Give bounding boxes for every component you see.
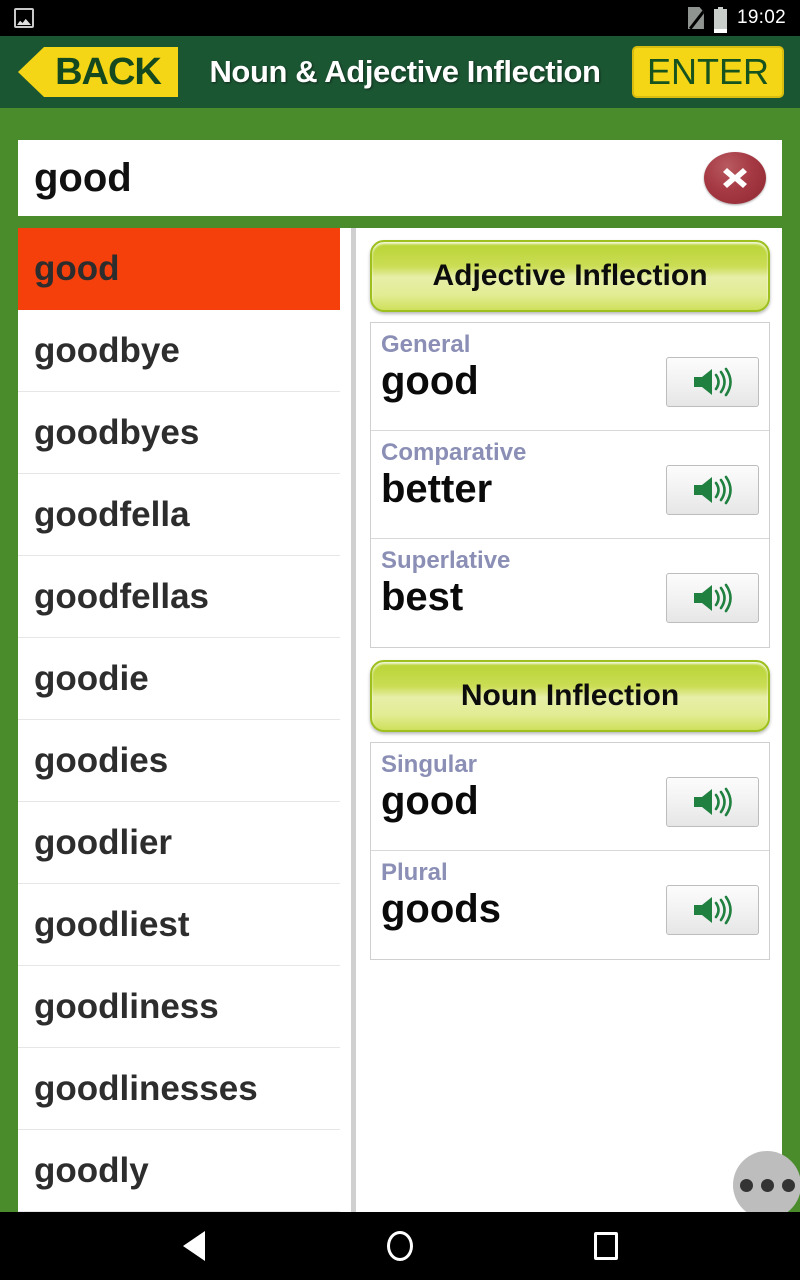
inflection-label: Singular: [381, 751, 478, 778]
inflection-texts: Singular good: [381, 751, 666, 822]
list-item-label: goodfellas: [34, 576, 210, 616]
inflection-value: good: [381, 779, 479, 823]
no-sim-icon: [687, 7, 704, 29]
status-bar-notifications: [14, 8, 34, 28]
inflection-value: good: [381, 359, 479, 403]
list-item[interactable]: goodbye: [18, 310, 340, 392]
content-area: good goodbye goodbyes goodfella goodfellas go…: [18, 228, 782, 1212]
list-item-label: goodfella: [34, 494, 190, 534]
battery-icon: [713, 7, 727, 33]
speaker-icon[interactable]: [666, 357, 759, 407]
inflection-row: General good: [371, 323, 769, 431]
inflection-label: Plural: [381, 859, 448, 886]
section-header-adjective[interactable]: Adjective Inflection: [370, 240, 770, 312]
list-item[interactable]: good: [18, 228, 340, 310]
inflection-label: Superlative: [381, 547, 511, 574]
speaker-icon[interactable]: [666, 573, 759, 623]
inflection-texts: Plural goods: [381, 859, 666, 930]
list-item-label: goodliest: [34, 904, 190, 944]
inflection-value: best: [381, 575, 464, 619]
list-item[interactable]: goodies: [18, 720, 340, 802]
speaker-icon[interactable]: [666, 885, 759, 935]
word-list-scrollbar[interactable]: [340, 228, 358, 1212]
clear-x-icon[interactable]: [704, 152, 766, 204]
android-nav-bar: [0, 1212, 800, 1280]
title-bar: BACK Noun & Adjective Inflection ENTER: [0, 36, 800, 108]
image-icon: [14, 8, 34, 28]
list-item[interactable]: goodly: [18, 1130, 340, 1212]
more-options-icon[interactable]: [733, 1151, 800, 1219]
list-item-label: goodbye: [34, 330, 180, 370]
search-bar[interactable]: good: [18, 140, 782, 216]
list-item[interactable]: goodlinesses: [18, 1048, 340, 1130]
list-item[interactable]: goodliest: [18, 884, 340, 966]
list-item[interactable]: goodie: [18, 638, 340, 720]
list-item-label: goodlinesses: [34, 1068, 258, 1108]
inflection-texts: General good: [381, 331, 666, 402]
nav-back-icon[interactable]: [171, 1223, 217, 1269]
list-item-label: goodly: [34, 1150, 149, 1190]
list-item[interactable]: goodfella: [18, 474, 340, 556]
inflection-detail-panel: Adjective Inflection General good Comparati…: [358, 228, 782, 1212]
status-bar: 19:02: [0, 0, 800, 36]
nav-recents-icon[interactable]: [583, 1223, 629, 1269]
inflection-value: goods: [381, 887, 501, 931]
back-button[interactable]: BACK: [18, 47, 178, 97]
status-bar-system: 19:02: [687, 7, 786, 33]
list-item[interactable]: goodlier: [18, 802, 340, 884]
list-item-label: goodie: [34, 658, 149, 698]
inflection-texts: Comparative better: [381, 439, 666, 510]
list-item[interactable]: goodliness: [18, 966, 340, 1048]
inflection-label: Comparative: [381, 439, 527, 466]
list-item-label: goodies: [34, 740, 169, 780]
status-bar-clock: 19:02: [736, 7, 786, 28]
word-list[interactable]: good goodbye goodbyes goodfella goodfellas go…: [18, 228, 340, 1212]
speaker-icon[interactable]: [666, 465, 759, 515]
nav-home-icon[interactable]: [377, 1223, 423, 1269]
inflection-table: General good Comparative better Superlative b…: [370, 322, 770, 648]
list-item[interactable]: goodfellas: [18, 556, 340, 638]
inflection-row: Singular good: [371, 743, 769, 851]
search-input[interactable]: good: [34, 156, 704, 201]
list-item[interactable]: goodbyes: [18, 392, 340, 474]
inflection-row: Superlative best: [371, 539, 769, 647]
page-title: Noun & Adjective Inflection: [209, 54, 601, 89]
list-item-label: goodlier: [34, 822, 173, 862]
app-root: 19:02 BACK Noun & Adjective Inflection E…: [0, 0, 800, 1280]
inflection-table: Singular good Plural goods: [370, 742, 770, 960]
section-header-noun[interactable]: Noun Inflection: [370, 660, 770, 732]
inflection-value: better: [381, 467, 493, 511]
list-item-label: goodbyes: [34, 412, 200, 452]
inflection-row: Plural goods: [371, 851, 769, 959]
enter-button[interactable]: ENTER: [631, 46, 784, 98]
inflection-texts: Superlative best: [381, 547, 666, 618]
inflection-row: Comparative better: [371, 431, 769, 539]
inflection-label: General: [381, 331, 471, 358]
list-item-label: goodliness: [34, 986, 219, 1026]
list-item-label: good: [34, 248, 120, 288]
speaker-icon[interactable]: [666, 777, 759, 827]
